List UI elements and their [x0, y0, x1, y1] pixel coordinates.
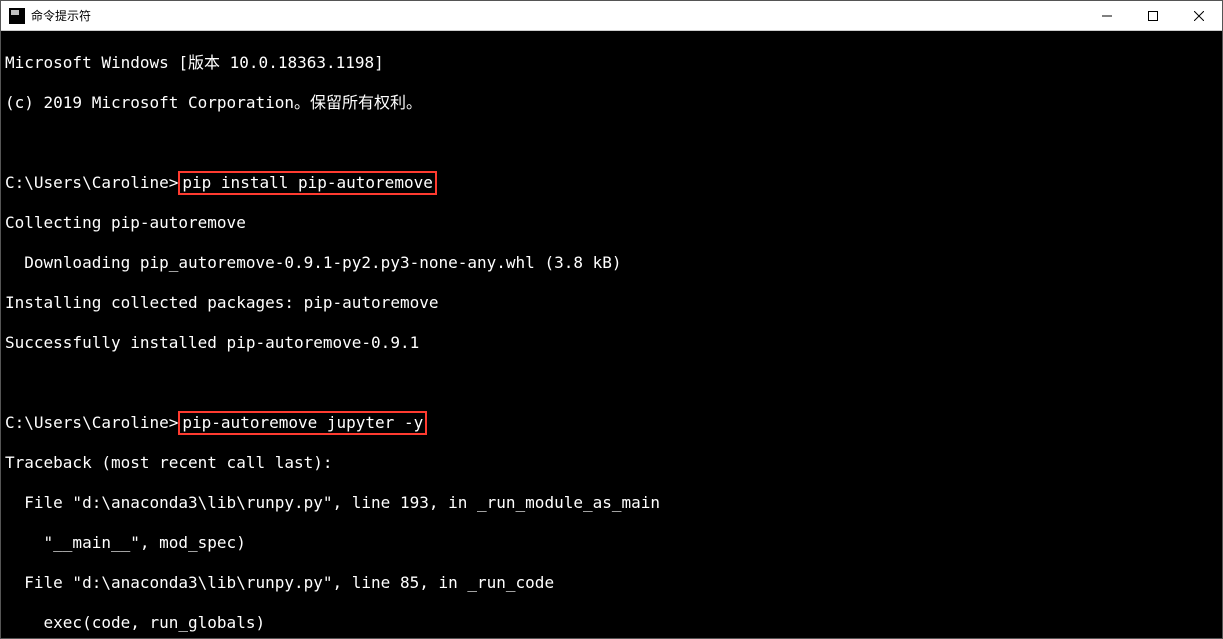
- terminal-line: [5, 373, 1222, 393]
- maximize-icon: [1148, 11, 1158, 21]
- terminal-line: Collecting pip-autoremove: [5, 213, 1222, 233]
- terminal-line: Downloading pip_autoremove-0.9.1-py2.py3…: [5, 253, 1222, 273]
- window-titlebar: 命令提示符: [1, 1, 1222, 31]
- terminal-line: File "d:\anaconda3\lib\runpy.py", line 1…: [5, 493, 1222, 513]
- terminal-area[interactable]: Microsoft Windows [版本 10.0.18363.1198] (…: [1, 31, 1222, 638]
- terminal-prompt-line: C:\Users\Caroline>pip install pip-autore…: [5, 173, 1222, 193]
- prompt-path: C:\Users\Caroline>: [5, 413, 178, 432]
- terminal-line: Traceback (most recent call last):: [5, 453, 1222, 473]
- minimize-icon: [1102, 11, 1112, 21]
- terminal-line: File "d:\anaconda3\lib\runpy.py", line 8…: [5, 573, 1222, 593]
- terminal-line: exec(code, run_globals): [5, 613, 1222, 633]
- terminal-line: Installing collected packages: pip-autor…: [5, 293, 1222, 313]
- cmd-icon: [9, 8, 25, 24]
- terminal-line: "__main__", mod_spec): [5, 533, 1222, 553]
- minimize-button[interactable]: [1084, 1, 1130, 30]
- prompt-path: C:\Users\Caroline>: [5, 173, 178, 192]
- terminal-line: (c) 2019 Microsoft Corporation。保留所有权利。: [5, 93, 1222, 113]
- window-title: 命令提示符: [31, 7, 91, 24]
- terminal-prompt-line: C:\Users\Caroline>pip-autoremove jupyter…: [5, 413, 1222, 433]
- highlighted-command: pip-autoremove jupyter -y: [178, 411, 427, 435]
- close-icon: [1194, 11, 1204, 21]
- close-button[interactable]: [1176, 1, 1222, 30]
- terminal-line: Successfully installed pip-autoremove-0.…: [5, 333, 1222, 353]
- window-controls: [1084, 1, 1222, 30]
- maximize-button[interactable]: [1130, 1, 1176, 30]
- highlighted-command: pip install pip-autoremove: [178, 171, 436, 195]
- terminal-line: [5, 133, 1222, 153]
- terminal-line: Microsoft Windows [版本 10.0.18363.1198]: [5, 53, 1222, 73]
